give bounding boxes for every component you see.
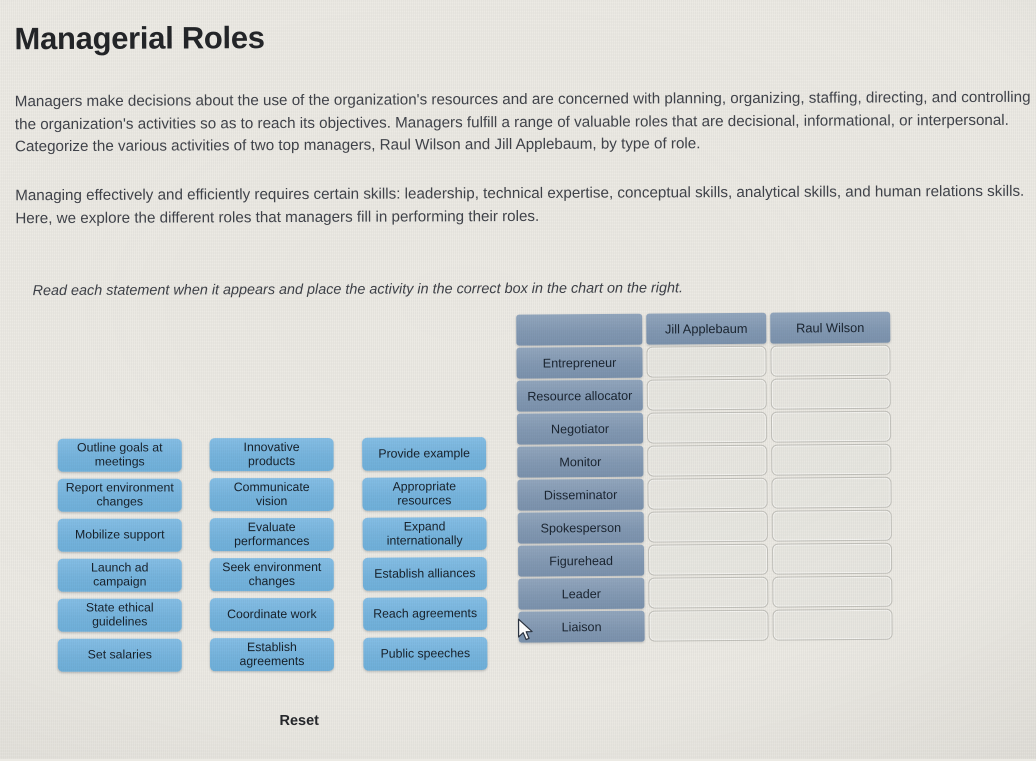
drop-cell-spokesperson-raul[interactable] bbox=[771, 509, 892, 542]
drop-cell-figurehead-raul[interactable] bbox=[771, 542, 893, 575]
role-label-disseminator: Disseminator bbox=[517, 478, 644, 511]
intro-paragraph-1: Managers make decisions about the use of… bbox=[14, 88, 1031, 156]
activity-tile[interactable]: Seek environment changes bbox=[209, 557, 334, 592]
drop-cell-liaison-raul[interactable] bbox=[772, 608, 893, 641]
activity-tile[interactable]: Innovative products bbox=[209, 437, 334, 472]
activity-tile[interactable]: Evaluate performances bbox=[209, 517, 334, 552]
drop-cell-negotiator-raul[interactable] bbox=[770, 410, 892, 443]
activity-tile[interactable]: State ethical guidelines bbox=[57, 598, 182, 632]
activity-tile[interactable]: Coordinate work bbox=[209, 597, 334, 632]
drop-cell-resource-allocator-jill[interactable] bbox=[646, 378, 767, 411]
drop-cell-disseminator-raul[interactable] bbox=[771, 476, 892, 509]
drop-cell-leader-raul[interactable] bbox=[772, 575, 893, 608]
tile-column-1: Outline goals at meetings Report environ… bbox=[57, 438, 182, 679]
matrix-header-jill-applebaum: Jill Applebaum bbox=[646, 312, 767, 345]
activity-tile[interactable]: Public speeches bbox=[363, 637, 488, 671]
tile-column-3: Provide example Appropriate resources Ex… bbox=[362, 437, 488, 678]
matrix-header-raul-wilson: Raul Wilson bbox=[770, 311, 891, 344]
instruction-text: Read each statement when it appears and … bbox=[32, 280, 683, 300]
tile-column-2: Innovative products Communicate vision E… bbox=[209, 437, 334, 678]
matrix-corner-cell bbox=[516, 313, 643, 346]
activity-tile[interactable]: Reach agreements bbox=[363, 597, 488, 631]
matrix-row: Spokesperson bbox=[517, 509, 906, 544]
drop-cell-disseminator-jill[interactable] bbox=[647, 477, 768, 510]
role-label-entrepreneur: Entrepreneur bbox=[516, 346, 643, 379]
activity-tile-tray: Outline goals at meetings Report environ… bbox=[57, 437, 528, 694]
page-title: Managerial Roles bbox=[14, 20, 265, 57]
activity-tile[interactable]: Establish alliances bbox=[362, 557, 487, 591]
matrix-row: Liaison bbox=[518, 608, 906, 643]
drop-cell-negotiator-jill[interactable] bbox=[646, 411, 768, 444]
role-label-leader: Leader bbox=[518, 577, 645, 610]
activity-tile[interactable]: Provide example bbox=[362, 437, 487, 471]
matrix-header-row: Jill Applebaum Raul Wilson bbox=[516, 311, 904, 346]
role-label-spokesperson: Spokesperson bbox=[517, 511, 644, 544]
matrix-row: Entrepreneur bbox=[516, 344, 904, 379]
matrix-row: Monitor bbox=[517, 443, 905, 478]
activity-tile[interactable]: Launch ad campaign bbox=[57, 558, 182, 592]
activity-tile[interactable]: Appropriate resources bbox=[362, 477, 487, 511]
activity-tile[interactable]: Report environment changes bbox=[57, 478, 182, 512]
activity-tile[interactable]: Establish agreements bbox=[209, 637, 334, 672]
drop-cell-liaison-jill[interactable] bbox=[648, 609, 769, 642]
drop-cell-monitor-raul[interactable] bbox=[771, 443, 892, 476]
drop-cell-resource-allocator-raul[interactable] bbox=[770, 377, 891, 410]
drop-cell-leader-jill[interactable] bbox=[648, 576, 769, 609]
reset-button[interactable]: Reset bbox=[279, 713, 319, 729]
matrix-row: Resource allocator bbox=[516, 377, 905, 412]
drop-cell-entrepreneur-raul[interactable] bbox=[770, 344, 891, 377]
matrix-row: Disseminator bbox=[517, 476, 905, 511]
activity-tile[interactable]: Mobilize support bbox=[57, 518, 182, 552]
drop-cell-figurehead-jill[interactable] bbox=[647, 543, 769, 576]
matrix-row: Negotiator bbox=[516, 410, 905, 445]
matrix-row: Leader bbox=[518, 575, 906, 610]
role-label-monitor: Monitor bbox=[517, 445, 644, 478]
activity-tile[interactable]: Set salaries bbox=[57, 638, 182, 672]
role-label-resource-allocator: Resource allocator bbox=[516, 379, 643, 412]
role-label-figurehead: Figurehead bbox=[517, 544, 645, 577]
activity-tile[interactable]: Communicate vision bbox=[209, 477, 334, 512]
drop-cell-entrepreneur-jill[interactable] bbox=[646, 345, 767, 378]
drop-cell-spokesperson-jill[interactable] bbox=[647, 510, 768, 543]
role-label-negotiator: Negotiator bbox=[516, 412, 644, 445]
intro-paragraph-2: Managing effectively and efficiently req… bbox=[15, 182, 1025, 227]
activity-tile[interactable]: Expand internationally bbox=[362, 517, 487, 551]
role-label-liaison: Liaison bbox=[518, 610, 645, 643]
matrix-row: Figurehead bbox=[517, 542, 906, 577]
activity-tile[interactable]: Outline goals at meetings bbox=[57, 438, 182, 472]
drop-cell-monitor-jill[interactable] bbox=[647, 444, 768, 477]
roles-matrix: Jill Applebaum Raul Wilson Entrepreneur … bbox=[516, 311, 907, 645]
